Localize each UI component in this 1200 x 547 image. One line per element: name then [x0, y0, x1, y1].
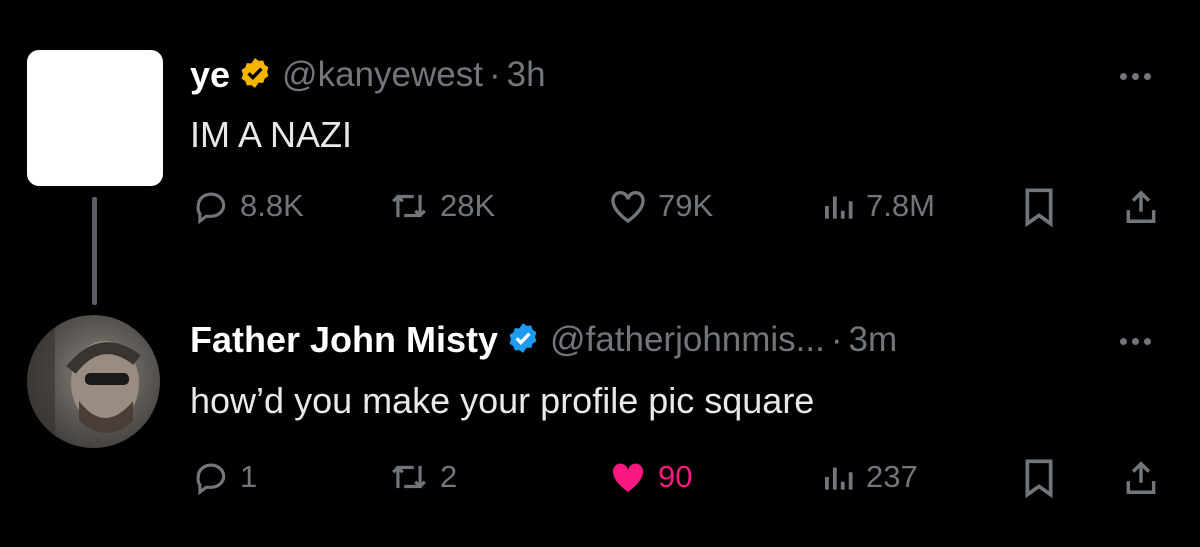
timestamp[interactable]: 3h: [507, 55, 546, 95]
reply-button[interactable]: 1: [192, 458, 257, 496]
reply-icon: [196, 463, 226, 496]
share-icon: [1126, 190, 1156, 223]
verified-gold-icon[interactable]: [238, 56, 272, 95]
reply-icon: [196, 192, 226, 225]
tweet-actions: 1 2 90 237: [190, 458, 1170, 508]
like-button[interactable]: 90: [608, 458, 692, 496]
views-count: 7.8M: [866, 188, 935, 223]
repost-count: 28K: [440, 188, 496, 223]
bookmark-button[interactable]: [1022, 187, 1056, 227]
repost-icon: [392, 465, 426, 489]
avatar[interactable]: [27, 50, 163, 186]
analytics-icon: [825, 196, 853, 219]
verified-blue-icon[interactable]: [506, 321, 540, 360]
heart-filled-icon: [612, 463, 644, 492]
author-name[interactable]: ye: [190, 54, 230, 96]
separator-dot: ·: [488, 55, 501, 94]
tweet-text: IM A NAZI: [190, 114, 353, 155]
reply-count: 1: [240, 459, 258, 494]
author-name[interactable]: Father John Misty: [190, 319, 498, 361]
thread-connector: [92, 197, 97, 305]
share-button[interactable]: [1122, 187, 1160, 227]
profile-photo-icon: [27, 315, 141, 448]
views-button[interactable]: 7.8M: [820, 187, 935, 225]
author-handle[interactable]: @fatherjohnmis...: [550, 320, 825, 360]
author-handle[interactable]: @kanyewest: [282, 55, 483, 95]
repost-icon: [392, 194, 426, 218]
share-button[interactable]: [1122, 458, 1160, 498]
bookmark-button[interactable]: [1022, 458, 1056, 498]
tweet-text: how’d you make your profile pic square: [190, 380, 815, 421]
avatar[interactable]: [27, 315, 160, 448]
bookmark-icon: [1025, 459, 1053, 498]
separator-dot: ·: [830, 320, 843, 359]
heart-outline-icon: [611, 190, 645, 224]
timestamp[interactable]: 3m: [849, 320, 898, 360]
repost-button[interactable]: 28K: [388, 187, 495, 225]
tweet-header: Father John Misty @fatherjohnmis... · 3m: [190, 319, 897, 361]
more-options-icon[interactable]: [1120, 338, 1151, 345]
repost-count: 2: [440, 459, 458, 494]
like-button[interactable]: 79K: [608, 187, 713, 225]
tweet-actions: 8.8K 28K 79K 7.8M: [190, 187, 1170, 237]
reply-button[interactable]: 8.8K: [192, 187, 304, 225]
more-options-icon[interactable]: [1120, 73, 1151, 80]
reply-count: 8.8K: [240, 188, 304, 223]
tweet-header: ye @kanyewest · 3h: [190, 54, 546, 96]
like-count: 90: [658, 459, 693, 494]
share-icon: [1126, 461, 1156, 494]
analytics-icon: [825, 467, 853, 490]
repost-button[interactable]: 2: [388, 458, 457, 496]
views-count: 237: [866, 459, 918, 494]
bookmark-icon: [1025, 188, 1053, 227]
views-button[interactable]: 237: [820, 458, 918, 496]
like-count: 79K: [658, 188, 714, 223]
